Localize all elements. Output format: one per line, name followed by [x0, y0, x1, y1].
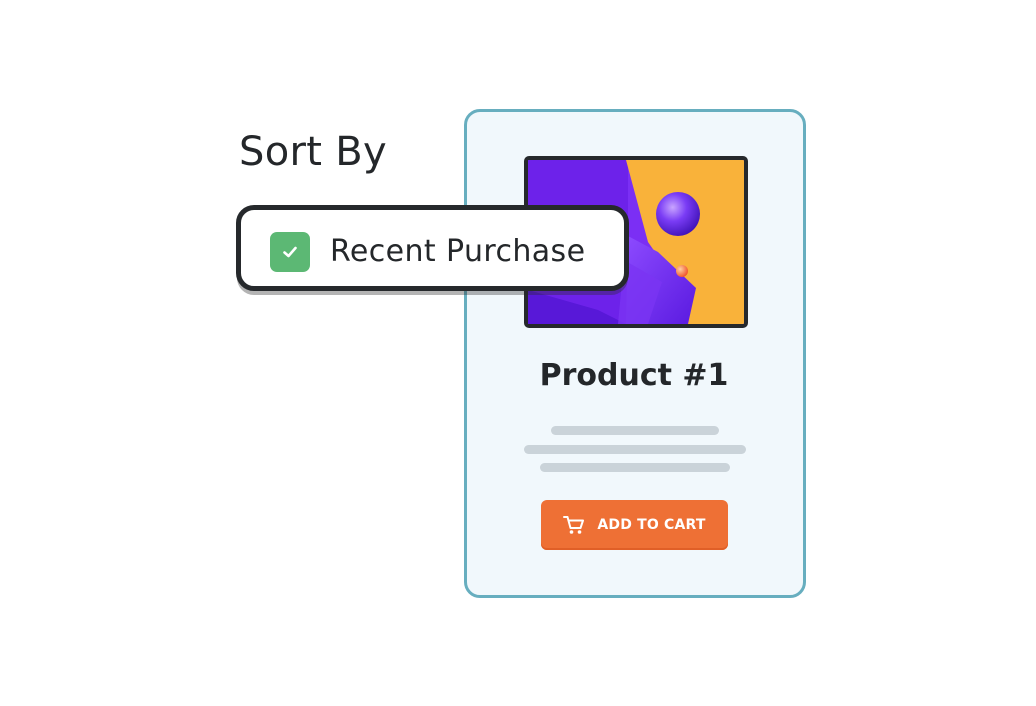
sort-option-checkbox[interactable] [270, 232, 310, 272]
sort-by-title: Sort By [239, 129, 387, 175]
check-icon [283, 246, 297, 258]
description-placeholder-line [540, 463, 730, 472]
shopping-cart-icon [563, 515, 585, 535]
description-placeholder-line [524, 445, 746, 454]
description-placeholder-line [551, 426, 719, 435]
sort-option-recent-purchase[interactable]: Recent Purchase [236, 205, 629, 291]
add-to-cart-label: ADD TO CART [597, 517, 706, 533]
product-title: Product #1 [539, 358, 729, 393]
sort-option-label: Recent Purchase [330, 234, 586, 269]
add-to-cart-button[interactable]: ADD TO CART [541, 500, 728, 550]
